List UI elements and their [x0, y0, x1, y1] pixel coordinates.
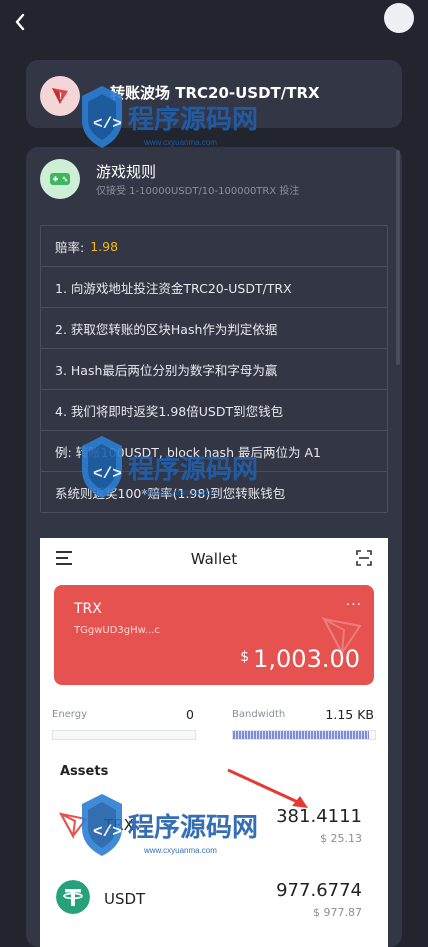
watermark-text: 程序源码网	[128, 104, 258, 134]
asset-usd-value: $ 25.13	[320, 832, 362, 845]
card-currency: $	[240, 649, 250, 665]
assets-label: Assets	[60, 764, 109, 779]
card-address: TGgwUD3gHw...c	[74, 625, 160, 636]
rate-label: 赔率:	[55, 239, 85, 255]
gamepad-icon	[40, 159, 80, 199]
asset-amount: 977.6774	[276, 880, 362, 901]
wallet-screenshot: Wallet TRX TGgwUD3gHw...c ··· $1,003.00 …	[40, 538, 388, 947]
watermark-url: www.cxyuanma.com	[143, 846, 217, 855]
rule-item: 2. 获取您转账的区块Hash作为判定依据	[41, 308, 387, 349]
rules-subtitle: 仅接受 1-10000USDT/10-100000TRX 投注	[96, 186, 300, 197]
asset-row-usdt[interactable]: USDT 977.6774 $ 977.87	[40, 874, 388, 924]
watermark-text: 程序源码网	[128, 812, 258, 842]
rate-value: 1.98	[90, 238, 119, 254]
energy-bar	[52, 730, 196, 740]
scrollbar[interactable]	[396, 150, 400, 365]
svg-text:</>: </>	[93, 823, 122, 841]
energy-value: 0	[186, 707, 194, 722]
card-balance-value: 1,003.00	[253, 645, 360, 673]
asset-amount: 381.4111	[276, 806, 362, 827]
svg-text:</>: </>	[93, 465, 122, 483]
watermark-logo: </> 程序源码网 www.cxyuanma.com	[82, 436, 258, 498]
asset-name: USDT	[104, 890, 146, 908]
more-icon: ···	[345, 597, 362, 613]
chevron-left-icon[interactable]	[10, 9, 32, 35]
user-avatar[interactable]	[384, 3, 414, 33]
card-token-name: TRX	[74, 601, 102, 617]
watermark-logo: </> 程序源码网 www.cxyuanma.com	[82, 86, 258, 148]
rule-item: 3. Hash最后两位分别为数字和字母为赢	[41, 349, 387, 390]
trx-balance-card: TRX TGgwUD3gHw...c ··· $1,003.00	[54, 585, 374, 685]
rules-title: 游戏规则	[96, 163, 157, 181]
wallet-title: Wallet	[190, 550, 238, 568]
bandwidth-value: 1.15 KB	[325, 707, 374, 722]
bandwidth-label: Bandwidth	[232, 709, 286, 720]
watermark-url: www.cxyuanma.com	[143, 488, 217, 497]
rule-item: 4. 我们将即时返奖1.98倍USDT到您钱包	[41, 390, 387, 431]
watermark-logo: </> 程序源码网 www.cxyuanma.com	[82, 794, 258, 856]
tether-logo-icon	[56, 880, 90, 914]
scan-icon	[356, 550, 372, 566]
resources-row: Energy 0 Bandwidth 1.15 KB	[52, 707, 376, 749]
asset-usd-value: $ 977.87	[313, 906, 362, 919]
watermark-text: 程序源码网	[128, 454, 258, 484]
watermark-url: www.cxyuanma.com	[143, 138, 217, 147]
svg-text:</>: </>	[93, 115, 122, 133]
card-balance: $1,003.00	[240, 645, 360, 673]
wallet-header: Wallet	[40, 538, 388, 580]
top-bar	[0, 0, 428, 44]
bandwidth-bar	[232, 730, 376, 740]
svg-text:!: !	[59, 91, 62, 101]
rule-item: 1. 向游戏地址投注资金TRC20-USDT/TRX	[41, 267, 387, 308]
rate-row: 赔率: 1.98	[41, 226, 387, 267]
bandwidth-bar-fill	[233, 731, 370, 739]
energy-label: Energy	[52, 709, 88, 720]
